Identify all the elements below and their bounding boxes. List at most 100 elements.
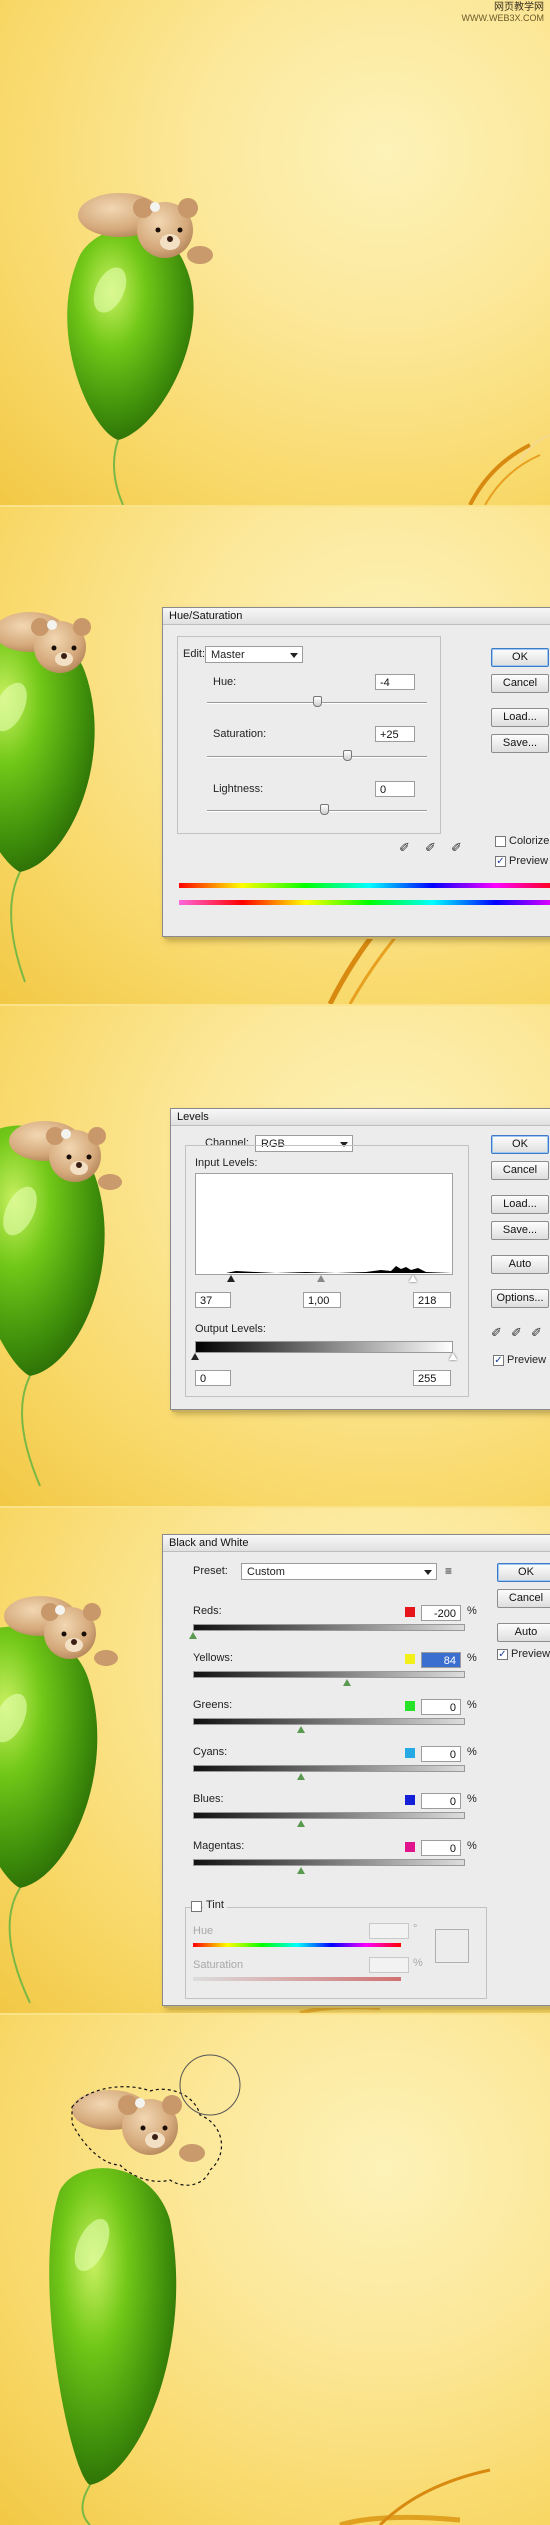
output-white-field[interactable]: 255	[413, 1370, 451, 1386]
lightness-input[interactable]: 0	[375, 781, 415, 797]
slider-label: Yellows:	[193, 1652, 233, 1664]
tint-hue-input[interactable]	[369, 1923, 409, 1939]
input-white-slider[interactable]	[409, 1275, 417, 1282]
load-button[interactable]: Load...	[491, 708, 549, 727]
balloon-scene	[49, 2054, 491, 2525]
slider-gradient-track[interactable]	[193, 1765, 465, 1772]
black-eyedropper-icon[interactable]: ✐	[491, 1325, 502, 1341]
panel-levels: Levels Channel: RGB Input Levels: 37 1,0…	[0, 1006, 550, 1506]
input-gamma-field[interactable]: 1,00	[303, 1292, 341, 1308]
saturation-slider-thumb[interactable]	[343, 750, 352, 761]
panel-original: 网页教学网 WWW.WEB3X.COM	[0, 0, 550, 505]
tint-saturation-input[interactable]	[369, 1957, 409, 1973]
slider-color-swatch	[405, 1795, 415, 1805]
white-eyedropper-icon[interactable]: ✐	[531, 1325, 542, 1341]
preview-label: Preview	[509, 855, 549, 867]
input-white-field[interactable]: 218	[413, 1292, 451, 1308]
tint-hue-degree: °	[413, 1923, 418, 1935]
eyedropper-icon[interactable]: ✐	[399, 840, 410, 856]
output-white-slider[interactable]	[449, 1353, 457, 1360]
slider-gradient-track[interactable]	[193, 1859, 465, 1866]
input-black-slider[interactable]	[227, 1275, 235, 1282]
slider-percent-label: %	[467, 1840, 477, 1852]
cancel-button[interactable]: Cancel	[491, 1161, 549, 1180]
options-button[interactable]: Options...	[491, 1289, 549, 1308]
slider-percent-label: %	[467, 1746, 477, 1758]
output-black-slider[interactable]	[191, 1353, 199, 1360]
histogram-graph	[196, 1266, 452, 1273]
edit-dropdown[interactable]: Master	[205, 646, 303, 663]
chevron-down-icon	[424, 1570, 432, 1575]
slider-thumb[interactable]	[297, 1867, 305, 1874]
slider-percent-label: %	[467, 1793, 477, 1805]
slider-value-input[interactable]: 0	[421, 1840, 461, 1856]
ok-button[interactable]: OK	[491, 648, 549, 667]
slider-thumb[interactable]	[189, 1632, 197, 1639]
preview-checkbox[interactable]: ✓	[497, 1649, 508, 1660]
colorize-label: Colorize	[509, 835, 550, 847]
slider-gradient-track[interactable]	[193, 1718, 465, 1725]
input-gamma-slider[interactable]	[317, 1275, 325, 1282]
slider-label: Reds:	[193, 1605, 222, 1617]
preset-dropdown[interactable]: Custom	[241, 1563, 437, 1580]
tint-color-swatch[interactable]	[435, 1929, 469, 1963]
edit-label: Edit:	[183, 648, 206, 660]
slider-thumb[interactable]	[297, 1820, 305, 1827]
lightness-slider-track[interactable]	[207, 810, 427, 812]
dialog-title: Levels	[171, 1109, 550, 1126]
preview-checkbox[interactable]: ✓	[493, 1355, 504, 1366]
slider-gradient-track[interactable]	[193, 1812, 465, 1819]
hue-input[interactable]: -4	[375, 674, 415, 690]
cancel-button[interactable]: Cancel	[491, 674, 549, 693]
slider-value-input[interactable]: 0	[421, 1699, 461, 1715]
slider-value-input[interactable]: 0	[421, 1746, 461, 1762]
slider-color-swatch	[405, 1842, 415, 1852]
preset-options-icon[interactable]: ≡	[445, 1564, 452, 1578]
cancel-button[interactable]: Cancel	[497, 1589, 550, 1608]
hue-slider-thumb[interactable]	[313, 696, 322, 707]
saturation-input[interactable]: +25	[375, 726, 415, 742]
output-black-field[interactable]: 0	[195, 1370, 231, 1386]
save-button[interactable]: Save...	[491, 734, 549, 753]
panel-selection	[0, 2015, 550, 2525]
tint-hue-label: Hue	[193, 1925, 214, 1937]
load-button[interactable]: Load...	[491, 1195, 549, 1214]
slider-color-swatch	[405, 1701, 415, 1711]
slider-value-input[interactable]: -200	[421, 1605, 461, 1621]
ok-button[interactable]: OK	[497, 1563, 550, 1582]
auto-button[interactable]: Auto	[497, 1623, 550, 1642]
slider-color-swatch	[405, 1607, 415, 1617]
colorize-checkbox[interactable]	[495, 836, 506, 847]
auto-button[interactable]: Auto	[491, 1255, 549, 1274]
slider-gradient-track[interactable]	[193, 1624, 465, 1631]
lightness-slider-thumb[interactable]	[320, 804, 329, 815]
tint-checkbox[interactable]	[191, 1901, 202, 1912]
panel-hue-saturation: Hue/Saturation Edit: Master Hue: -4 Satu…	[0, 507, 550, 1004]
gray-eyedropper-icon[interactable]: ✐	[511, 1325, 522, 1341]
saturation-slider-track[interactable]	[207, 756, 427, 758]
balloon-scene	[67, 193, 550, 505]
save-button[interactable]: Save...	[491, 1221, 549, 1240]
hue-saturation-dialog: Hue/Saturation Edit: Master Hue: -4 Satu…	[162, 607, 550, 937]
input-color-bar	[179, 883, 550, 888]
slider-percent-label: %	[467, 1699, 477, 1711]
input-black-field[interactable]: 37	[195, 1292, 231, 1308]
slider-thumb[interactable]	[342, 1679, 351, 1686]
slider-thumb[interactable]	[297, 1773, 305, 1780]
eyedropper-minus-icon[interactable]: ✐	[451, 840, 462, 856]
slider-value-input[interactable]: 84	[421, 1652, 461, 1668]
slider-thumb[interactable]	[297, 1726, 305, 1733]
dialog-title: Hue/Saturation	[163, 608, 550, 625]
eyedropper-plus-icon[interactable]: ✐	[425, 840, 436, 856]
preview-label: Preview	[507, 1354, 547, 1366]
slider-label: Greens:	[193, 1699, 233, 1711]
slider-color-swatch	[405, 1748, 415, 1758]
ok-button[interactable]: OK	[491, 1135, 549, 1154]
preset-label: Preset:	[193, 1565, 228, 1577]
preview-checkbox[interactable]: ✓	[495, 856, 506, 867]
slider-gradient-track[interactable]	[193, 1671, 465, 1678]
slider-value-input[interactable]: 0	[421, 1793, 461, 1809]
levels-dialog: Levels Channel: RGB Input Levels: 37 1,0…	[170, 1108, 550, 1410]
slider-label: Cyans:	[193, 1746, 228, 1758]
histogram	[195, 1173, 453, 1275]
